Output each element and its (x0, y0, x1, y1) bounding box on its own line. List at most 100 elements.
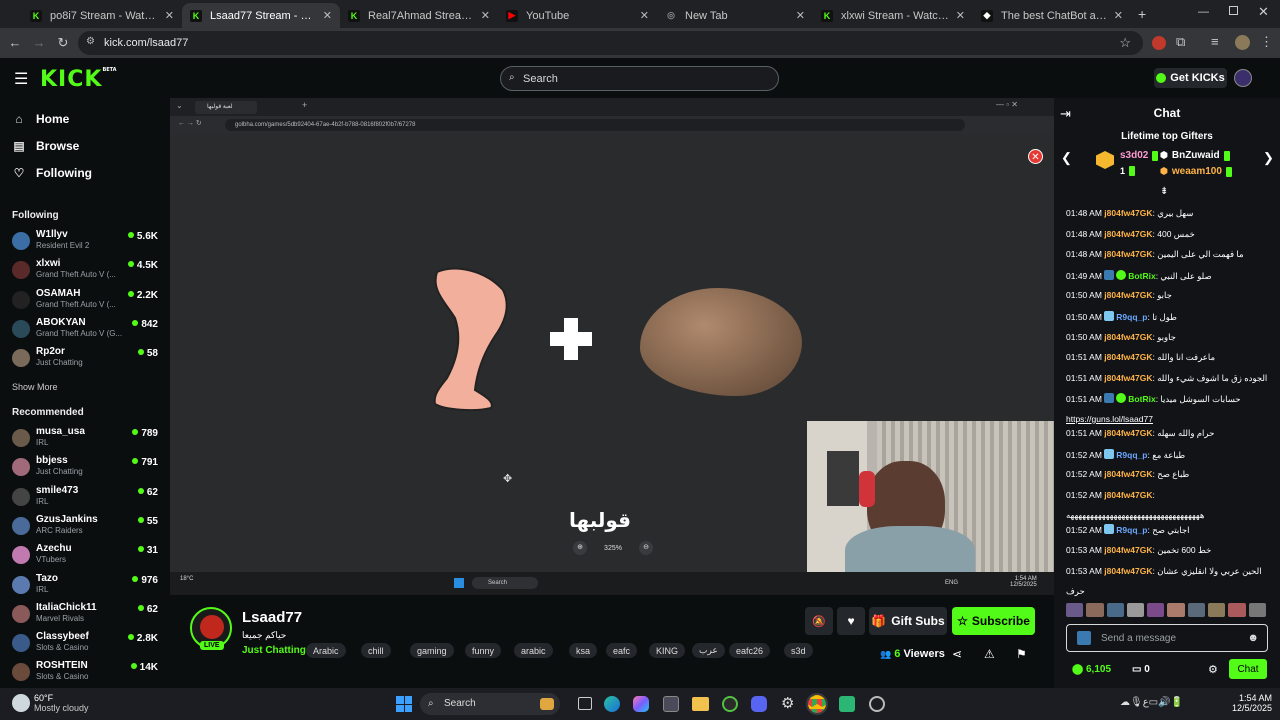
reload-icon[interactable]: ↻ (55, 35, 71, 51)
stream-tag[interactable]: Arabic (306, 643, 346, 658)
sidebar-channel[interactable]: Azechu VTubers 31 (12, 543, 162, 571)
sidebar-nav-home[interactable]: ⌂ Home (12, 112, 69, 126)
app-icon[interactable] (839, 696, 855, 712)
sidebar-channel[interactable]: Rp2or Just Chatting 58 (12, 346, 162, 374)
kick-logo[interactable]: KICKBETA (40, 67, 117, 92)
message-username[interactable]: j804fw47GK (1104, 352, 1152, 362)
tab-close-icon[interactable]: ✕ (481, 9, 490, 22)
stream-tag[interactable]: عرب (692, 643, 725, 658)
report-icon[interactable]: ⚠ (984, 647, 995, 661)
sidebar-channel[interactable]: ItaliaChick11 Marvel Rivals 62 (12, 602, 162, 630)
discord-icon[interactable] (751, 696, 767, 712)
sidebar-channel[interactable]: W1llyv Resident Evil 2 5.6K (12, 229, 162, 257)
sidebar-channel[interactable]: GzusJankins ARC Raiders 55 (12, 514, 162, 542)
channel-points[interactable]: ▭ 0 (1132, 664, 1150, 675)
sidebar-channel[interactable]: smile473 IRL 62 (12, 485, 162, 513)
message-username[interactable]: j804fw47GK (1104, 208, 1152, 218)
stream-tag[interactable]: s3d (784, 643, 813, 658)
emote-icon[interactable] (1086, 603, 1104, 617)
hamburger-menu-icon[interactable]: ☰ (14, 69, 28, 89)
browser-tab[interactable]: Kpo8i7 Stream - Watch Live on K ✕ (22, 3, 182, 28)
sidebar-nav-following[interactable]: ♡ Following (12, 166, 92, 180)
sidebar-nav-browse[interactable]: ▤ Browse (12, 139, 79, 153)
browser-menu-icon[interactable]: ⋮ (1260, 34, 1273, 50)
file-explorer-icon[interactable] (692, 697, 709, 711)
message-username[interactable]: j804fw47GK (1104, 290, 1152, 300)
message-username[interactable]: BotRix (1128, 271, 1155, 281)
sidebar-channel[interactable]: ROSHTEIN Slots & Casino 14K (12, 660, 162, 688)
edge-icon[interactable] (604, 696, 620, 712)
forward-icon[interactable]: → (31, 35, 47, 51)
maximize-icon[interactable] (1229, 6, 1238, 15)
browser-tab[interactable]: K Real7Ahmad Stream - Watch Li ✕ (340, 3, 498, 28)
sidebar-channel[interactable]: ABOKYAN Grand Theft Auto V (G... 842 (12, 317, 162, 345)
sidebar-channel[interactable]: musa_usa IRL 789 (12, 426, 162, 454)
extension-icon[interactable] (1152, 36, 1166, 50)
sidebar-channel[interactable]: bbjess Just Chatting 791 (12, 455, 162, 483)
chat-settings-icon[interactable]: ⚙ (1208, 663, 1218, 676)
tab-close-icon[interactable]: ✕ (956, 9, 965, 22)
tab-close-icon[interactable]: ✕ (1114, 9, 1123, 22)
mute-notifications-button[interactable]: 🔕 (805, 607, 833, 635)
emoji-icon[interactable]: ☻ (1247, 632, 1259, 644)
video-player[interactable]: لعبة قولبها ⌄ + — ▫ ✕ ← → ↻ golbha.com/g… (170, 98, 1054, 595)
stream-tag[interactable]: arabic (514, 643, 553, 658)
emote-icon[interactable] (1066, 603, 1084, 617)
stream-tag[interactable]: gaming (410, 643, 454, 658)
tab-close-icon[interactable]: ✕ (796, 9, 805, 22)
message-username[interactable]: j804fw47GK (1104, 249, 1152, 259)
stream-tag[interactable]: eafc26 (729, 643, 771, 658)
message-username[interactable]: j804fw47GK (1104, 229, 1152, 239)
emote-icon[interactable] (1248, 603, 1266, 617)
chat-message-input[interactable]: Send a message ☻ (1066, 624, 1268, 652)
chrome-icon[interactable] (806, 693, 828, 715)
bookmark-star-icon[interactable]: ☆ (1119, 35, 1131, 51)
minimize-icon[interactable]: — (1198, 6, 1209, 18)
close-window-icon[interactable]: ✕ (1258, 4, 1269, 20)
message-username[interactable]: j804fw47GK (1104, 469, 1152, 479)
clip-icon[interactable]: ⚑ (1016, 647, 1027, 661)
emote-icon[interactable] (1147, 603, 1165, 617)
browser-tab[interactable]: ◆ The best ChatBot and Widgets ✕ (973, 3, 1131, 28)
message-username[interactable]: j804fw47GK (1104, 373, 1152, 383)
sidebar-channel[interactable]: xlxwi Grand Theft Auto V (... 4.5K (12, 258, 162, 286)
extensions-puzzle-icon[interactable]: ⧉ (1176, 34, 1185, 50)
stream-tag[interactable]: ksa (569, 643, 598, 658)
app-notify-icon[interactable] (869, 696, 885, 712)
new-tab-button[interactable]: + (1138, 6, 1146, 22)
emote-icon[interactable] (1167, 603, 1185, 617)
get-kicks-button[interactable]: Get KICKs (1154, 68, 1227, 88)
gift-subs-button[interactable]: 🎁 Gift Subs (869, 607, 947, 635)
stream-tag[interactable]: funny (465, 643, 502, 658)
message-username[interactable]: j804fw47GK (1104, 566, 1152, 576)
top-gifter[interactable]: s3d02 (1120, 150, 1159, 161)
stream-category[interactable]: Just Chatting (242, 645, 306, 656)
message-username[interactable]: BotRix (1128, 394, 1155, 404)
follow-button[interactable]: ♥ (837, 607, 865, 635)
store-icon[interactable] (663, 696, 679, 712)
task-view-icon[interactable] (578, 697, 592, 710)
emote-icon[interactable] (1187, 603, 1206, 617)
tab-close-icon[interactable]: ✕ (323, 9, 332, 22)
stream-tag[interactable]: eafc (606, 643, 638, 658)
gifters-prev-icon[interactable]: ❮ (1061, 150, 1072, 166)
url-field[interactable]: ⚙ kick.com/lsaad77 ☆ (78, 31, 1143, 55)
browser-tab[interactable]: K Lsaad77 Stream - Watch Live on ✕ (182, 3, 340, 28)
reading-list-icon[interactable]: ≡ (1211, 34, 1219, 49)
message-username[interactable]: R9qq_p (1116, 525, 1147, 535)
show-more-link[interactable]: Show More (12, 382, 58, 392)
tab-close-icon[interactable]: ✕ (165, 9, 174, 22)
site-info-icon[interactable]: ⚙ (86, 36, 95, 47)
top-gifter[interactable]: ⬢ BnZuwaid (1160, 150, 1230, 161)
profile-avatar[interactable] (1235, 35, 1250, 50)
settings-icon[interactable]: ⚙ (781, 694, 794, 712)
tab-close-icon[interactable]: ✕ (640, 9, 649, 22)
browser-tab[interactable]: ◎ New Tab ✕ (657, 3, 813, 28)
message-username[interactable]: R9qq_p (1116, 312, 1147, 322)
share-icon[interactable]: ⋖ (952, 647, 962, 661)
sidebar-channel[interactable]: OSAMAH Grand Theft Auto V (... 2.2K (12, 288, 162, 316)
emote-icon[interactable] (1228, 603, 1246, 617)
taskbar-search[interactable]: ⌕ Search (420, 693, 560, 715)
message-username[interactable]: j804fw47GK (1104, 490, 1152, 500)
message-link[interactable]: https://guns.lol/lsaad77 (1066, 414, 1153, 424)
